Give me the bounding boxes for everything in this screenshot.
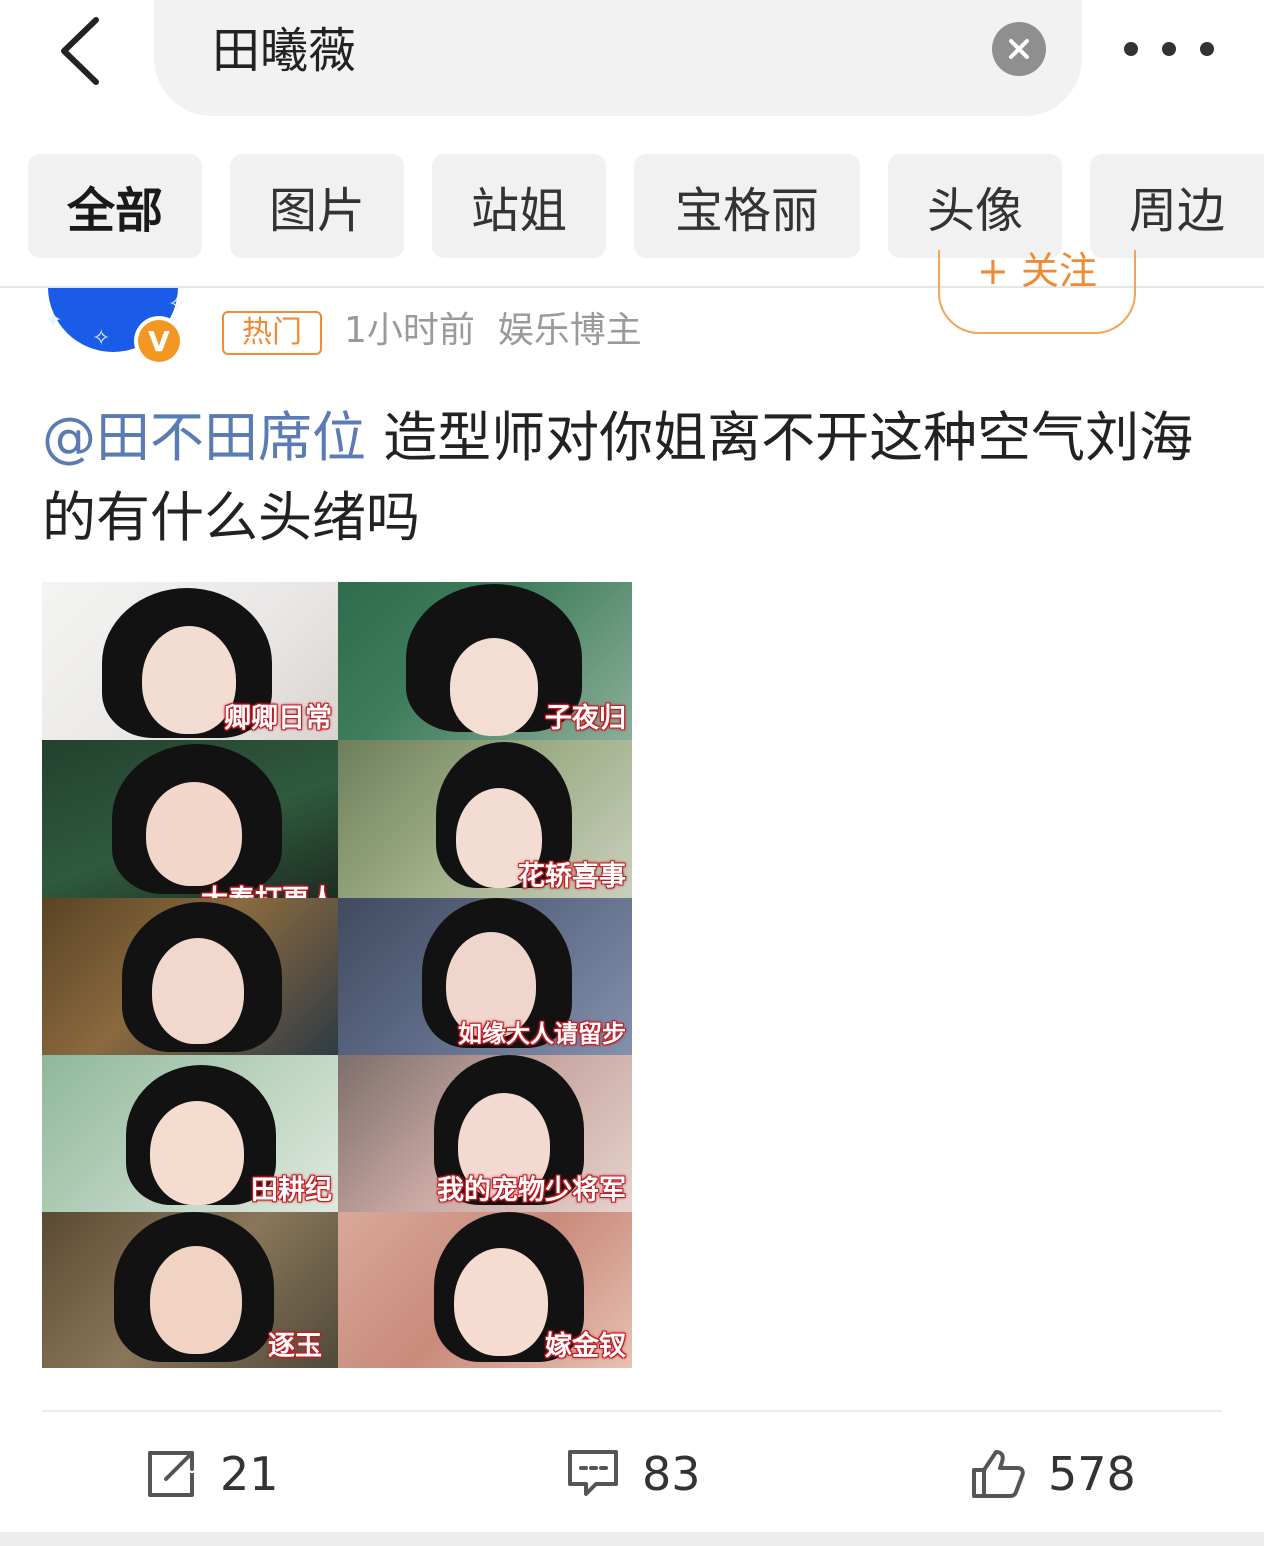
image-cell[interactable]: 田耕纪 — [42, 1055, 338, 1212]
user-mention-link[interactable]: @田不田席位 — [42, 406, 366, 469]
clear-x-icon — [1009, 39, 1029, 59]
post-image-grid[interactable]: 卿卿日常 子夜归 大奉打更人 花轿喜事 如缘大人请留步 田耕纪 我的宠物少将军 — [42, 582, 632, 1368]
back-button[interactable] — [44, 14, 114, 88]
tab-fansite[interactable]: 站姐 — [432, 154, 606, 258]
image-cell[interactable]: 子夜归 — [338, 582, 632, 740]
follow-button[interactable]: + 关注 — [938, 250, 1136, 334]
comment-count: 83 — [642, 1447, 701, 1501]
hot-tag: 热门 — [222, 311, 322, 355]
image-caption: 子夜归 — [545, 703, 626, 734]
search-query-text[interactable]: 田曦薇 — [212, 14, 356, 88]
image-caption: 如缘大人请留步 — [458, 1020, 626, 1048]
image-cell[interactable] — [42, 898, 338, 1055]
chevron-left-icon — [61, 17, 99, 85]
image-cell[interactable]: 我的宠物少将军 — [338, 1055, 632, 1212]
tab-images[interactable]: 图片 — [230, 154, 404, 258]
tab-all[interactable]: 全部 — [28, 154, 202, 258]
tab-merch[interactable]: 周边 — [1090, 154, 1264, 258]
image-caption: 大奉打更人 — [201, 886, 336, 899]
repost-icon — [148, 1451, 194, 1497]
image-caption: 卿卿日常 — [224, 703, 332, 734]
image-cell[interactable]: 花轿喜事 — [338, 740, 632, 898]
more-options-button[interactable] — [1124, 26, 1214, 72]
follow-button-label: + 关注 — [977, 250, 1097, 293]
image-caption: 我的宠物少将军 — [437, 1175, 626, 1206]
image-caption: 嫁金钗 — [545, 1331, 626, 1362]
image-cell[interactable]: 逐玉 — [42, 1212, 338, 1368]
tab-avatar[interactable]: 头像 — [888, 154, 1062, 258]
image-caption: 逐玉 — [268, 1331, 322, 1362]
image-cell[interactable]: 卿卿日常 — [42, 582, 338, 740]
actions-divider — [42, 1410, 1222, 1412]
like-count: 578 — [1048, 1447, 1136, 1501]
image-cell[interactable]: 大奉打更人 — [42, 740, 338, 898]
image-caption: 花轿喜事 — [518, 861, 626, 892]
more-dots-icon — [1124, 42, 1138, 56]
post-time-and-role: 1小时前 娱乐博主 — [344, 310, 642, 351]
image-cell[interactable]: 嫁金钗 — [338, 1212, 632, 1368]
verified-badge: V — [134, 316, 184, 366]
repost-button[interactable]: 21 — [146, 1442, 279, 1506]
repost-count: 21 — [220, 1447, 279, 1501]
comment-button[interactable]: 83 — [566, 1442, 701, 1506]
comment-icon — [568, 1450, 618, 1496]
tab-bulgari[interactable]: 宝格丽 — [634, 154, 860, 258]
verified-v-icon: V — [138, 320, 180, 362]
image-cell[interactable]: 如缘大人请留步 — [338, 898, 632, 1055]
like-button[interactable]: 578 — [970, 1442, 1136, 1506]
thumbs-up-icon — [972, 1450, 1025, 1498]
post-text: @田不田席位 造型师对你姐离不开这种空气刘海的有什么头绪吗 — [42, 398, 1222, 558]
image-caption: 田耕纪 — [251, 1175, 332, 1206]
bottom-separator — [0, 1532, 1264, 1546]
clear-search-button[interactable] — [992, 22, 1046, 76]
